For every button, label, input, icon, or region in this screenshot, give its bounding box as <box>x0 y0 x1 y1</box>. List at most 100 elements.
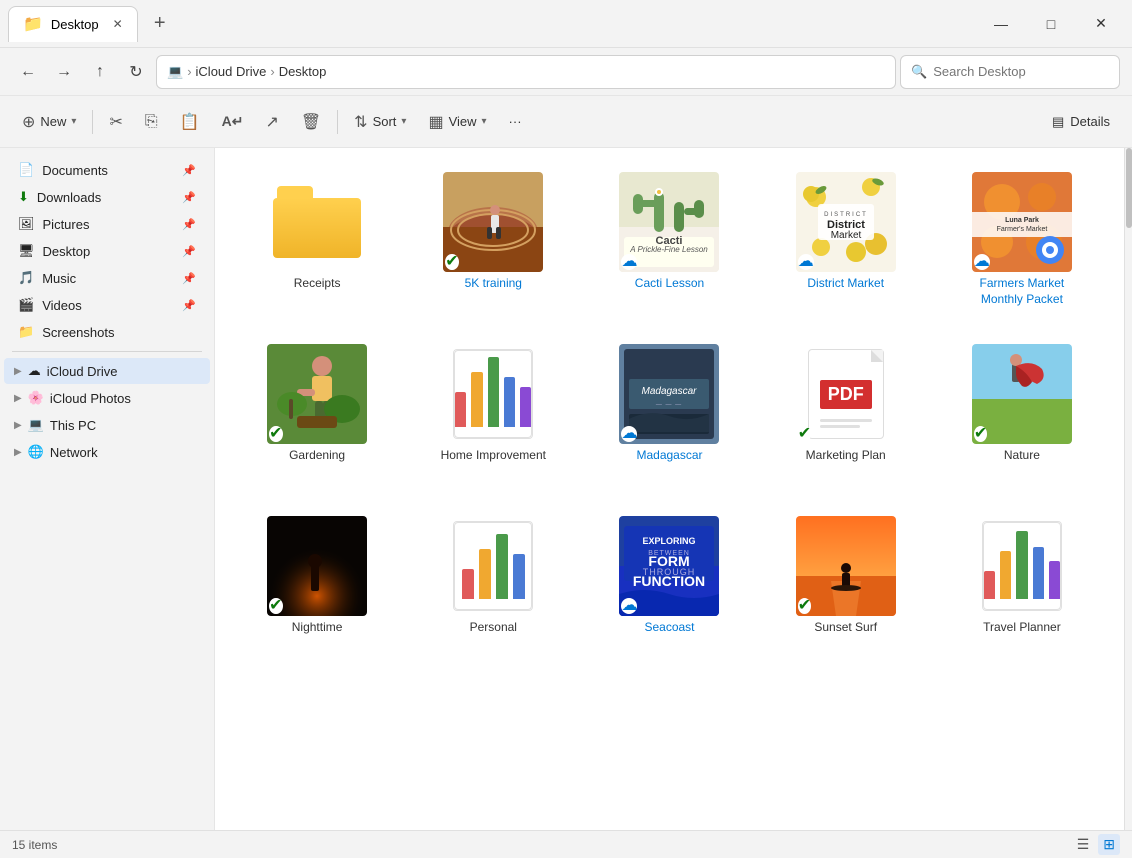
file-label-personal: Personal <box>470 620 517 636</box>
sync-status-farmers: ☁ <box>974 254 990 270</box>
share-icon: ↗ <box>265 112 278 132</box>
file-label-5k: 5K training <box>465 276 522 292</box>
file-item-district-market[interactable]: DISTRICT District Market ☁ District Mark… <box>764 164 928 324</box>
breadcrumb-icloud[interactable]: iCloud Drive <box>196 64 267 79</box>
breadcrumb-desktop[interactable]: Desktop <box>279 64 327 79</box>
sidebar-item-this-pc[interactable]: ▶ 💻 This PC <box>4 412 210 438</box>
sort-button[interactable]: ⇅ Sort ▾ <box>344 104 416 140</box>
maximize-button[interactable]: □ <box>1028 8 1074 40</box>
more-button[interactable]: ··· <box>499 104 532 140</box>
file-thumb-nature: ✔ <box>972 344 1072 444</box>
breadcrumb[interactable]: 💻 › iCloud Drive › Desktop <box>156 55 896 89</box>
sync-status-sunset: ✔ <box>798 598 811 614</box>
more-icon: ··· <box>509 114 522 129</box>
sidebar-item-documents[interactable]: 📄 Documents 📌 <box>4 157 210 183</box>
chart-bar-t3 <box>1016 531 1027 599</box>
folder-tab-icon: 📁 <box>23 14 43 34</box>
file-thumb-5k: ✔ <box>443 172 543 272</box>
pin-icon-videos: 📌 <box>182 299 196 312</box>
up-button[interactable]: ↑ <box>84 56 116 88</box>
grid-view-button[interactable]: ⊞ <box>1098 834 1120 855</box>
view-chevron-icon: ▾ <box>482 116 487 127</box>
file-item-5k-training[interactable]: ✔ 5K training <box>411 164 575 324</box>
sidebar-label-desktop: Desktop <box>43 244 91 259</box>
sidebar: 📄 Documents 📌 ⬇ Downloads 📌 🖼 Pictures 📌… <box>0 148 215 830</box>
status-bar: 15 items ☰ ⊞ <box>0 830 1132 858</box>
delete-icon: 🗑 <box>301 112 321 132</box>
file-item-personal[interactable]: Personal <box>411 508 575 668</box>
file-thumb-madagascar: Madagascar — — — ☁ <box>619 344 719 444</box>
tab-close-button[interactable]: ✕ <box>113 17 123 31</box>
active-tab[interactable]: 📁 Desktop ✕ <box>8 6 138 42</box>
sidebar-label-downloads: Downloads <box>37 190 101 205</box>
svg-text:Madagascar: Madagascar <box>642 386 698 397</box>
copy-button[interactable]: ⎘ <box>135 104 168 140</box>
chevron-right-icon-pc: ▶ <box>14 420 22 431</box>
file-label-receipts: Receipts <box>294 276 341 292</box>
new-tab-button[interactable]: + <box>144 8 176 40</box>
chart-bar-t4 <box>1033 547 1044 599</box>
pin-icon-desktop: 📌 <box>182 245 196 258</box>
svg-text:EXPLORING: EXPLORING <box>643 536 696 546</box>
file-item-nature[interactable]: ✔ Nature <box>940 336 1104 496</box>
file-item-gardening[interactable]: ✔ Gardening <box>235 336 399 496</box>
refresh-button[interactable]: ↻ <box>120 56 152 88</box>
scrollbar-thumb[interactable] <box>1126 148 1132 228</box>
sidebar-item-videos[interactable]: 🎬 Videos 📌 <box>4 292 210 318</box>
file-item-nighttime[interactable]: ✔ Nighttime <box>235 508 399 668</box>
back-button[interactable]: ← <box>12 56 44 88</box>
vertical-scrollbar[interactable] <box>1124 148 1132 830</box>
chart-bar-1 <box>455 392 466 427</box>
search-input[interactable] <box>933 64 1109 79</box>
sidebar-item-icloud-drive[interactable]: ▶ ☁ iCloud Drive <box>4 358 210 384</box>
minimize-button[interactable]: — <box>978 8 1024 40</box>
sidebar-item-music[interactable]: 🎵 Music 📌 <box>4 265 210 291</box>
file-label-nature: Nature <box>1004 448 1040 464</box>
sync-status-marketing: ✔ <box>798 426 811 442</box>
details-button[interactable]: ▤ Details <box>1042 108 1120 136</box>
sidebar-item-downloads[interactable]: ⬇ Downloads 📌 <box>4 184 210 210</box>
folder-body-receipts <box>273 198 361 258</box>
sidebar-item-pictures[interactable]: 🖼 Pictures 📌 <box>4 211 210 237</box>
cut-button[interactable]: ✂ <box>99 104 132 140</box>
file-item-receipts[interactable]: Receipts <box>235 164 399 324</box>
file-item-seacoast[interactable]: EXPLORING BETWEEN FORM THROUGH FUNCTION … <box>587 508 751 668</box>
file-item-madagascar[interactable]: Madagascar — — — ☁ Madagascar <box>587 336 751 496</box>
sidebar-item-desktop[interactable]: 🖥 Desktop 📌 <box>4 238 210 264</box>
file-label-travel-planner: Travel Planner <box>983 620 1061 636</box>
sync-status-district: ☁ <box>798 254 814 270</box>
sidebar-item-icloud-photos[interactable]: ▶ 🌸 iCloud Photos <box>4 385 210 411</box>
search-bar[interactable]: 🔍 <box>900 55 1120 89</box>
sidebar-item-screenshots[interactable]: 📁 Screenshots <box>4 319 210 345</box>
file-item-travel-planner[interactable]: Travel Planner <box>940 508 1104 668</box>
file-item-cacti-lesson[interactable]: A Prickle-Fine Lesson Cacti ☁ Cacti Less… <box>587 164 751 324</box>
chart-icon-personal <box>453 521 533 611</box>
paste-button[interactable]: 📋 <box>170 104 210 140</box>
sidebar-item-network[interactable]: ▶ 🌐 Network <box>4 439 210 465</box>
toolbar: ⊕ New ▾ ✂ ⎘ 📋 A↵ ↗ 🗑 ⇅ Sort ▾ ▦ View ▾ ·… <box>0 96 1132 148</box>
pdf-icon-marketing: PDF <box>808 349 884 439</box>
sync-status-seacoast: ☁ <box>621 598 637 614</box>
rename-button[interactable]: A↵ <box>212 104 254 140</box>
file-thumb-nighttime: ✔ <box>267 516 367 616</box>
sync-status-5k: ✔ <box>445 254 458 270</box>
file-item-farmers-market[interactable]: Luna Park Farmer's Market ☁ Farmers Mark… <box>940 164 1104 324</box>
delete-button[interactable]: 🗑 <box>291 104 331 140</box>
new-button[interactable]: ⊕ New ▾ <box>12 104 86 140</box>
pin-icon-documents: 📌 <box>182 164 196 177</box>
close-button[interactable]: ✕ <box>1078 8 1124 40</box>
chart-bar-p4 <box>513 554 525 599</box>
file-item-sunset-surf[interactable]: ✔ Sunset Surf <box>764 508 928 668</box>
share-button[interactable]: ↗ <box>255 104 288 140</box>
forward-button[interactable]: → <box>48 56 80 88</box>
file-item-home-improvement[interactable]: Home Improvement <box>411 336 575 496</box>
file-label-seacoast: Seacoast <box>644 620 694 636</box>
toolbar-separator-2 <box>337 110 338 134</box>
sidebar-label-network: Network <box>50 445 98 460</box>
view-button[interactable]: ▦ View ▾ <box>418 104 496 140</box>
network-icon: 🌐 <box>28 444 44 460</box>
list-view-button[interactable]: ☰ <box>1072 834 1095 855</box>
search-icon: 🔍 <box>911 64 927 80</box>
pin-icon-downloads: 📌 <box>182 191 196 204</box>
file-item-marketing-plan[interactable]: PDF ✔ Marketing Plan <box>764 336 928 496</box>
